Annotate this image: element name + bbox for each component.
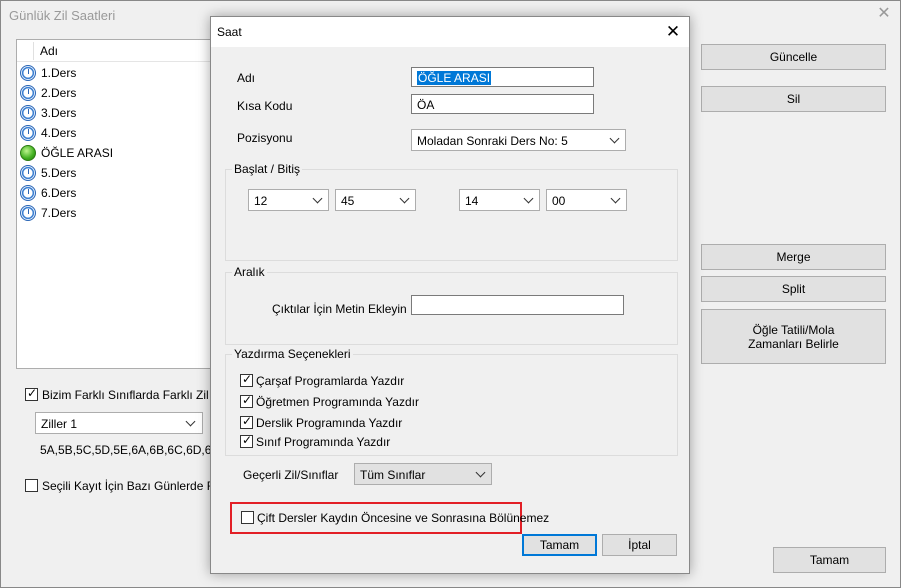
name-input[interactable]: ÖĞLE ARASI bbox=[411, 67, 594, 87]
dialog-ok-button[interactable]: Tamam bbox=[522, 534, 597, 556]
window-title: Günlük Zil Saatleri bbox=[9, 8, 116, 23]
different-bells-checkbox[interactable] bbox=[25, 386, 38, 401]
lunch-break-label-1: Öğle Tatili/Mola bbox=[752, 322, 835, 337]
position-label: Pozisyonu bbox=[237, 131, 293, 145]
end-hour-value: 14 bbox=[465, 194, 479, 208]
close-icon[interactable]: ✕ bbox=[875, 5, 893, 23]
list-item-label: 6.Ders bbox=[41, 186, 77, 200]
valid-bells-select[interactable]: Tüm Sınıflar bbox=[354, 463, 492, 485]
list-item-label: 1.Ders bbox=[41, 66, 77, 80]
dialog-titlebar: Saat ✕ bbox=[211, 17, 689, 47]
start-minute-value: 45 bbox=[341, 194, 355, 208]
name-input-value: ÖĞLE ARASI bbox=[417, 71, 492, 85]
interval-group-label: Aralık bbox=[232, 265, 267, 279]
short-code-label: Kısa Kodu bbox=[237, 99, 293, 113]
end-minute-value: 00 bbox=[552, 194, 566, 208]
print-class-label: Sınıf Programında Yazdır bbox=[256, 435, 391, 449]
list-item-label: 7.Ders bbox=[41, 206, 77, 220]
end-minute-select[interactable]: 00 bbox=[546, 189, 627, 211]
start-hour-value: 12 bbox=[254, 194, 268, 208]
bell-set-value: Ziller 1 bbox=[41, 417, 78, 431]
list-item-label: ÖĞLE ARASI bbox=[41, 146, 114, 160]
position-value: Moladan Sonraki Ders No: 5 bbox=[417, 134, 568, 148]
output-text-label: Çıktılar İçin Metin Ekleyin bbox=[272, 302, 407, 316]
print-options-group-label: Yazdırma Seçenekleri bbox=[232, 347, 353, 361]
print-classroom-label: Derslik Programında Yazdır bbox=[256, 416, 403, 430]
clock-icon bbox=[20, 85, 36, 101]
saat-dialog: Saat ✕ Adı ÖĞLE ARASI Kısa Kodu ÖA Pozis… bbox=[210, 16, 690, 574]
double-lesson-label: Çift Dersler Kaydın Öncesine ve Sonrasın… bbox=[257, 511, 550, 525]
valid-bells-value: Tüm Sınıflar bbox=[360, 468, 426, 482]
end-hour-select[interactable]: 14 bbox=[459, 189, 540, 211]
lunch-break-button[interactable]: Öğle Tatili/Mola Zamanları Belirle bbox=[701, 309, 886, 364]
clock-icon bbox=[20, 125, 36, 141]
start-minute-select[interactable]: 45 bbox=[335, 189, 416, 211]
some-days-checkbox[interactable] bbox=[25, 479, 38, 492]
start-end-group-label: Başlat / Bitiş bbox=[232, 162, 303, 176]
name-label: Adı bbox=[237, 71, 256, 85]
list-item-label: 4.Ders bbox=[41, 126, 77, 140]
green-circle-icon bbox=[20, 145, 36, 161]
lunch-break-label-2: Zamanları Belirle bbox=[748, 336, 839, 351]
dialog-cancel-button[interactable]: İptal bbox=[602, 534, 677, 556]
delete-button[interactable]: Sil bbox=[701, 86, 886, 112]
update-button[interactable]: Güncelle bbox=[701, 44, 886, 70]
list-item[interactable]: 3.Ders bbox=[17, 103, 215, 123]
print-sheet-label: Çarşaf Programlarda Yazdır bbox=[256, 374, 405, 388]
list-item[interactable]: 4.Ders bbox=[17, 123, 215, 143]
list-item-label: 5.Ders bbox=[41, 166, 77, 180]
short-code-input[interactable]: ÖA bbox=[411, 94, 594, 114]
print-classroom-checkbox[interactable] bbox=[240, 414, 253, 429]
chevron-down-icon bbox=[475, 467, 486, 478]
valid-bells-label: Geçerli Zil/Sınıflar bbox=[243, 468, 339, 482]
print-teacher-label: Öğretmen Programında Yazdır bbox=[256, 395, 419, 409]
position-select[interactable]: Moladan Sonraki Ders No: 5 bbox=[411, 129, 626, 151]
output-text-input[interactable] bbox=[411, 295, 624, 315]
list-item-label: 3.Ders bbox=[41, 106, 77, 120]
list-item[interactable]: 6.Ders bbox=[17, 183, 215, 203]
chevron-down-icon bbox=[610, 193, 621, 204]
list-item[interactable]: 7.Ders bbox=[17, 203, 215, 223]
list-item-label: 2.Ders bbox=[41, 86, 77, 100]
clock-icon bbox=[20, 185, 36, 201]
start-end-group: Başlat / Bitiş bbox=[225, 162, 678, 261]
list-item[interactable]: 5.Ders bbox=[17, 163, 215, 183]
chevron-down-icon bbox=[609, 133, 620, 144]
bell-times-list[interactable]: Adı 1.Ders 2.Ders 3.Ders 4.Ders ÖĞLE ARA… bbox=[16, 39, 216, 369]
list-item[interactable]: 2.Ders bbox=[17, 83, 215, 103]
main-ok-button[interactable]: Tamam bbox=[773, 547, 886, 573]
print-class-checkbox[interactable] bbox=[240, 433, 253, 448]
classes-text: 5A,5B,5C,5D,5E,6A,6B,6C,6D,6E bbox=[40, 443, 220, 457]
list-header[interactable]: Adı bbox=[17, 40, 215, 62]
list-item[interactable]: 1.Ders bbox=[17, 63, 215, 83]
double-lesson-checkbox[interactable] bbox=[241, 511, 254, 524]
list-item[interactable]: ÖĞLE ARASI bbox=[17, 143, 215, 163]
clock-icon bbox=[20, 165, 36, 181]
short-code-value: ÖA bbox=[417, 98, 435, 112]
chevron-down-icon bbox=[185, 416, 196, 427]
clock-icon bbox=[20, 65, 36, 81]
chevron-down-icon bbox=[399, 193, 410, 204]
chevron-down-icon bbox=[523, 193, 534, 204]
clock-icon bbox=[20, 205, 36, 221]
start-hour-select[interactable]: 12 bbox=[248, 189, 329, 211]
print-sheet-checkbox[interactable] bbox=[240, 372, 253, 387]
merge-button[interactable]: Merge bbox=[701, 244, 886, 270]
split-button[interactable]: Split bbox=[701, 276, 886, 302]
close-icon[interactable]: ✕ bbox=[663, 22, 683, 42]
clock-icon bbox=[20, 105, 36, 121]
print-teacher-checkbox[interactable] bbox=[240, 393, 253, 408]
bell-set-select[interactable]: Ziller 1 bbox=[35, 412, 203, 434]
dialog-title: Saat bbox=[217, 25, 242, 39]
chevron-down-icon bbox=[312, 193, 323, 204]
column-header-name[interactable]: Adı bbox=[40, 44, 58, 58]
